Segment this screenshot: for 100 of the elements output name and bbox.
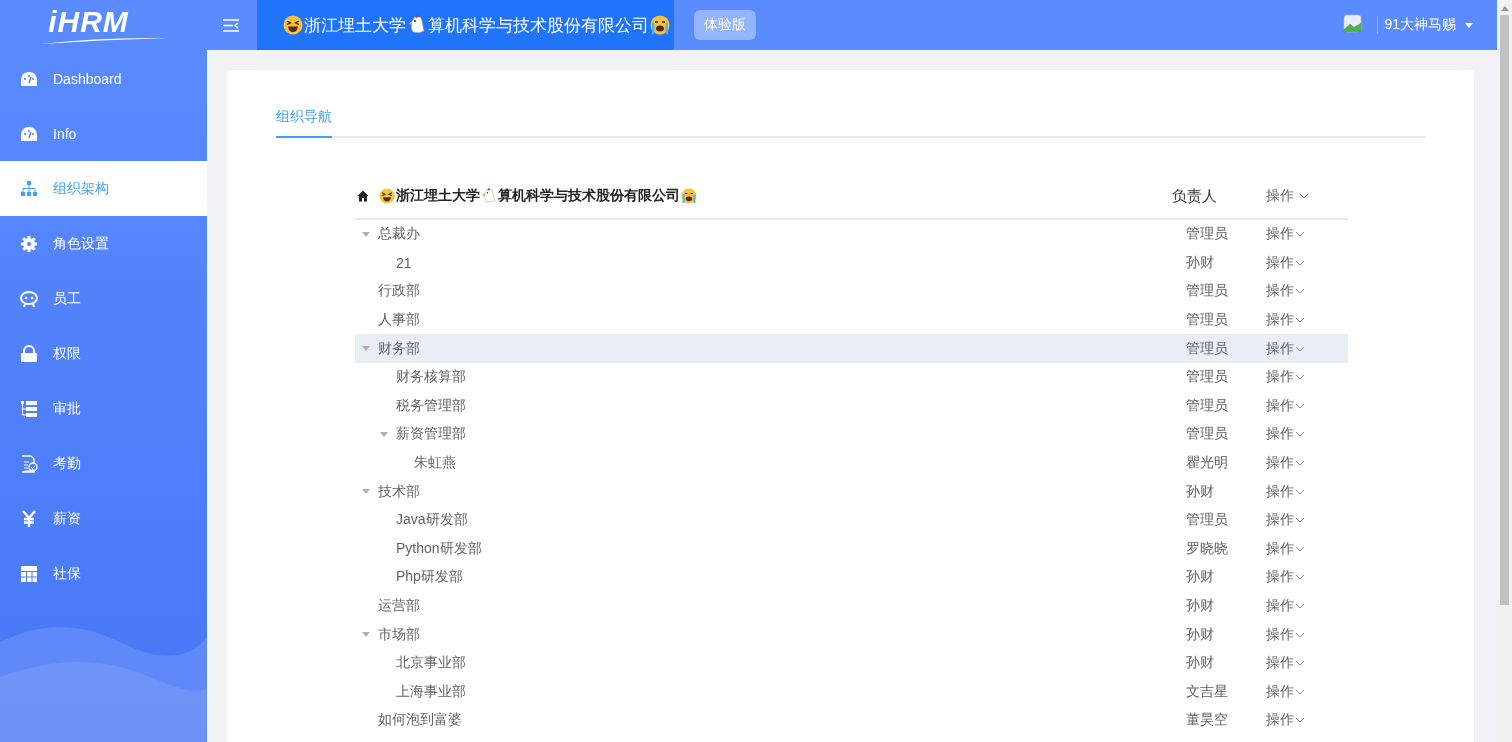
caret-icon[interactable] [362,632,370,638]
department-name: 财务部 [378,339,420,358]
manager-name: 管理员 [1186,425,1229,444]
action-dropdown[interactable]: 操作 [1266,539,1348,558]
action-dropdown[interactable]: 操作 [1266,682,1348,701]
action-dropdown[interactable]: 操作 [1266,568,1348,587]
list-tree-icon [20,399,38,418]
laughing-face-icon [283,15,303,35]
action-dropdown[interactable]: 操作 [1266,654,1348,673]
gauge-icon [20,124,38,143]
tree-row[interactable]: 人事部 管理员 操作 [355,305,1348,335]
company-name: 算机科学与技术股份有限公司 [498,187,680,205]
tree-row[interactable]: 财务部 管理员 操作 [355,334,1348,363]
gauge-icon [20,69,38,88]
action-dropdown[interactable]: 操作 [1266,339,1348,358]
tree-row[interactable]: 税务管理部 管理员 操作 [355,391,1348,421]
caret-icon[interactable] [362,231,370,237]
department-name: 财务核算部 [396,368,466,387]
department-name: 朱虹燕 [414,454,456,473]
action-dropdown[interactable]: 操作 [1266,253,1348,272]
chevron-icon [1295,688,1305,695]
chevron-icon [1295,603,1305,609]
tree-row[interactable]: Java研发部 管理员 操作 [355,505,1348,535]
org-chart-icon [20,179,38,198]
action-dropdown[interactable]: 操作 [1266,187,1348,205]
caret-icon[interactable] [380,431,388,437]
tree-row[interactable]: 行政部 管理员 操作 [355,277,1348,306]
sidebar-item[interactable]: 社保 [0,546,207,601]
tree-row[interactable]: Php研发部 孙财 操作 [355,563,1348,592]
tree-row[interactable]: 21 孙财 操作 [355,248,1348,278]
department-name: 21 [396,254,412,271]
chevron-icon [1295,717,1305,724]
manager-name: 瞿光明 [1186,454,1229,473]
manager-name: 孙财 [1186,568,1215,587]
sidebar-item[interactable]: 员工 [0,271,207,326]
tree-row[interactable]: 财务核算部 管理员 操作 [355,362,1348,392]
action-dropdown[interactable]: 操作 [1266,368,1348,387]
sidebar-item[interactable]: 角色设置 [0,216,207,271]
manager-name: 管理员 [1186,368,1229,387]
action-dropdown[interactable]: 操作 [1266,311,1348,330]
action-dropdown[interactable]: 操作 [1266,225,1348,244]
manager-name: 孙财 [1186,654,1215,673]
action-dropdown[interactable]: 操作 [1266,711,1348,730]
yen-icon [20,509,38,528]
action-dropdown[interactable]: 操作 [1266,482,1348,501]
department-name: 上海事业部 [396,682,466,701]
tree-row[interactable]: 北京事业部 孙财 操作 [355,648,1348,678]
tree-row[interactable]: Python研发部 罗晓晓 操作 [355,534,1348,564]
tree-row[interactable]: 朱虹燕 瞿光明 操作 [355,448,1348,478]
robot-face-icon [20,289,38,308]
tree-row[interactable]: 市场部 孙财 操作 [355,620,1348,649]
action-dropdown[interactable]: 操作 [1266,511,1348,530]
department-name: Java研发部 [396,511,468,530]
manager-name: 文吉星 [1186,682,1229,701]
lock-icon [20,344,38,363]
chevron-icon [1295,545,1305,552]
crying-face-icon [650,15,670,35]
chevron-icon [1295,488,1305,495]
menu-icon[interactable] [223,18,239,32]
chevron-icon [1295,460,1305,467]
sidebar-item[interactable]: 薪资 [0,491,207,546]
action-dropdown[interactable]: 操作 [1266,282,1348,301]
caret-icon[interactable] [362,346,370,352]
sidebar-item[interactable]: 考勤 [0,436,207,491]
tree-row[interactable]: 上海事业部 文吉星 操作 [355,677,1348,707]
tree-row[interactable]: 技术部 孙财 操作 [355,477,1348,506]
company-name: 浙江埋土大学 [304,14,406,37]
manager-name: 管理员 [1186,282,1229,301]
tree-row[interactable]: 如何泡到富婆 董昊空 操作 [355,706,1348,735]
trial-badge: 体验版 [694,10,756,40]
tree-row[interactable]: 总裁办 管理员 操作 [355,220,1348,249]
company-name: 算机科学与技术股份有限公司 [428,14,649,37]
manager-name: 董昊空 [1186,711,1229,730]
logo: iHRM [48,6,129,37]
tree-row[interactable]: 薪资管理部 管理员 操作 [355,420,1348,449]
department-name: 税务管理部 [396,396,466,415]
department-name: Python研发部 [396,539,482,558]
caret-icon[interactable] [362,489,370,495]
chevron-icon [1295,231,1305,238]
manager-name: 管理员 [1186,339,1229,358]
action-dropdown[interactable]: 操作 [1266,425,1348,444]
tree-row[interactable]: 运营部 孙财 操作 [355,591,1348,621]
laughing-face-icon [379,188,395,204]
arrow-up-icon[interactable] [1500,6,1509,11]
broken-image-icon[interactable] [1343,14,1364,36]
action-dropdown[interactable]: 操作 [1266,625,1348,644]
department-name: 如何泡到富婆 [378,711,462,730]
scrollbar[interactable] [1497,0,1512,742]
action-dropdown[interactable]: 操作 [1266,454,1348,473]
department-name: 人事部 [378,311,420,330]
sidebar-item[interactable]: 审批 [0,381,207,436]
chevron-icon [1295,517,1305,524]
department-name: 薪资管理部 [396,425,466,444]
department-name: 市场部 [378,625,420,644]
chevron-icon [1295,631,1305,638]
action-dropdown[interactable]: 操作 [1266,597,1348,615]
chevron-icon [1295,431,1305,438]
action-dropdown[interactable]: 操作 [1266,396,1348,415]
sidebar-item[interactable]: 权限 [0,326,207,381]
manager-name: 管理员 [1186,311,1229,330]
